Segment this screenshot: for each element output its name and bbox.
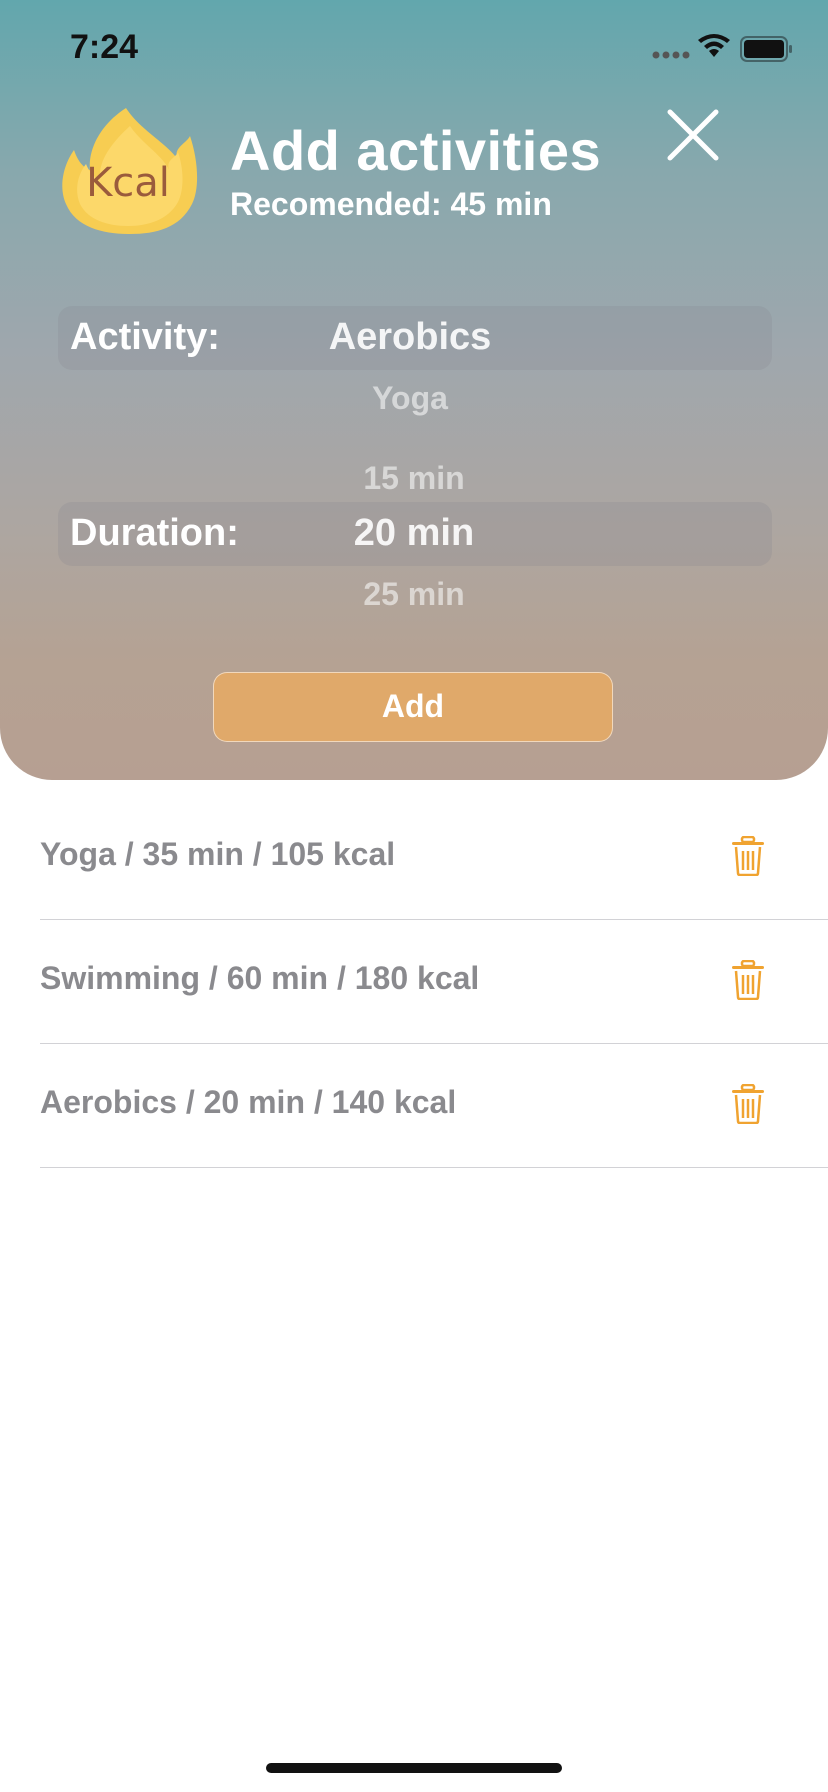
activity-entry-text: Swimming / 60 min / 180 kcal (40, 960, 480, 996)
status-bar: 7:24 (0, 0, 828, 100)
status-time: 7:24 (70, 28, 139, 66)
activity-entry-text: Yoga / 35 min / 105 kcal (40, 836, 396, 872)
list-item: Yoga / 35 min / 105 kcal (40, 796, 828, 920)
wifi-icon (698, 34, 730, 57)
kcal-flame-icon: Kcal (62, 108, 198, 234)
cellular-signal-icon (652, 51, 690, 59)
duration-picker-option[interactable]: 25 min (324, 576, 504, 613)
duration-label: Duration: (70, 512, 239, 554)
close-icon[interactable] (662, 104, 724, 166)
trash-icon[interactable] (730, 960, 766, 1000)
recommended-duration: Recomended: 45 min (230, 186, 552, 222)
activity-picker-option[interactable]: Yoga (300, 380, 520, 417)
activity-list: Yoga / 35 min / 105 kcal Swimming / 60 m… (0, 796, 828, 1168)
activity-picker-selected[interactable]: Aerobics (300, 316, 520, 359)
home-indicator[interactable] (266, 1763, 562, 1773)
duration-picker-selected[interactable]: 20 min (324, 512, 504, 555)
page-title: Add activities (230, 119, 602, 182)
battery-icon (740, 36, 792, 62)
list-item: Swimming / 60 min / 180 kcal (40, 920, 828, 1044)
add-activity-panel: 7:24 Kcal Add activities Recomended: 45 … (0, 0, 828, 780)
add-button[interactable]: Add (213, 672, 613, 742)
duration-picker-option[interactable]: 15 min (324, 460, 504, 497)
trash-icon[interactable] (730, 836, 766, 876)
activity-entry-text: Aerobics / 20 min / 140 kcal (40, 1084, 457, 1120)
trash-icon[interactable] (730, 1084, 766, 1124)
list-item: Aerobics / 20 min / 140 kcal (40, 1044, 828, 1168)
svg-text:Kcal: Kcal (86, 160, 170, 206)
activity-label: Activity: (70, 316, 220, 358)
